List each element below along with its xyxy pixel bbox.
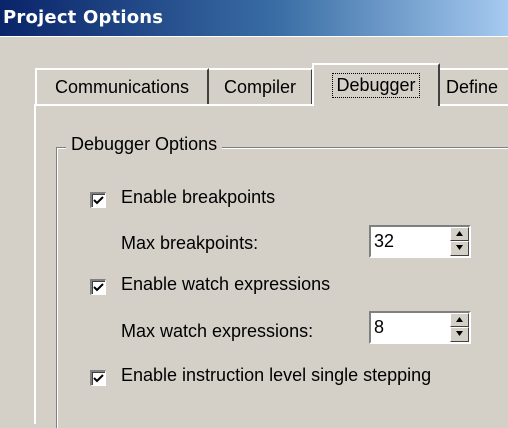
checkmark-icon (93, 196, 104, 205)
arrow-up-icon (456, 317, 463, 322)
window-title: Project Options (3, 7, 164, 28)
max-breakpoints-spinner[interactable]: 32 (369, 225, 471, 258)
enable-breakpoints-label[interactable]: Enable breakpoints (121, 187, 275, 208)
max-breakpoints-label: Max breakpoints: (121, 233, 259, 253)
tab-label: Compiler (223, 77, 297, 97)
enable-breakpoints-checkbox[interactable] (90, 192, 106, 208)
enable-single-step-checkbox[interactable] (90, 370, 106, 386)
spin-down-button[interactable] (450, 241, 469, 256)
tab-debugger[interactable]: Debugger (312, 63, 440, 106)
arrow-up-icon (456, 231, 463, 236)
max-watch-label: Max watch expressions: (121, 321, 314, 341)
enable-watch-checkbox[interactable] (90, 279, 106, 295)
title-bar[interactable]: Project Options (0, 0, 508, 36)
arrow-down-icon (456, 331, 463, 336)
tab-label: Communications (54, 77, 190, 97)
spin-up-button[interactable] (450, 313, 469, 327)
max-watch-value[interactable]: 8 (374, 317, 384, 338)
checkmark-icon (93, 374, 104, 383)
enable-watch-label[interactable]: Enable watch expressions (121, 274, 330, 295)
tab-label: Define (446, 77, 499, 97)
max-breakpoints-value[interactable]: 32 (374, 231, 394, 252)
tab-label: Debugger (332, 73, 420, 98)
max-watch-spinner[interactable]: 8 (369, 311, 471, 344)
spin-down-button[interactable] (450, 327, 469, 342)
group-legend: Debugger Options (66, 134, 223, 155)
arrow-down-icon (456, 245, 463, 250)
spin-up-button[interactable] (450, 227, 469, 241)
enable-single-step-label[interactable]: Enable instruction level single stepping (121, 365, 431, 386)
tab-compiler[interactable]: Compiler (209, 68, 313, 104)
checkmark-icon (93, 283, 104, 292)
tab-communications[interactable]: Communications (35, 68, 209, 104)
tab-define[interactable]: Define (440, 68, 508, 104)
